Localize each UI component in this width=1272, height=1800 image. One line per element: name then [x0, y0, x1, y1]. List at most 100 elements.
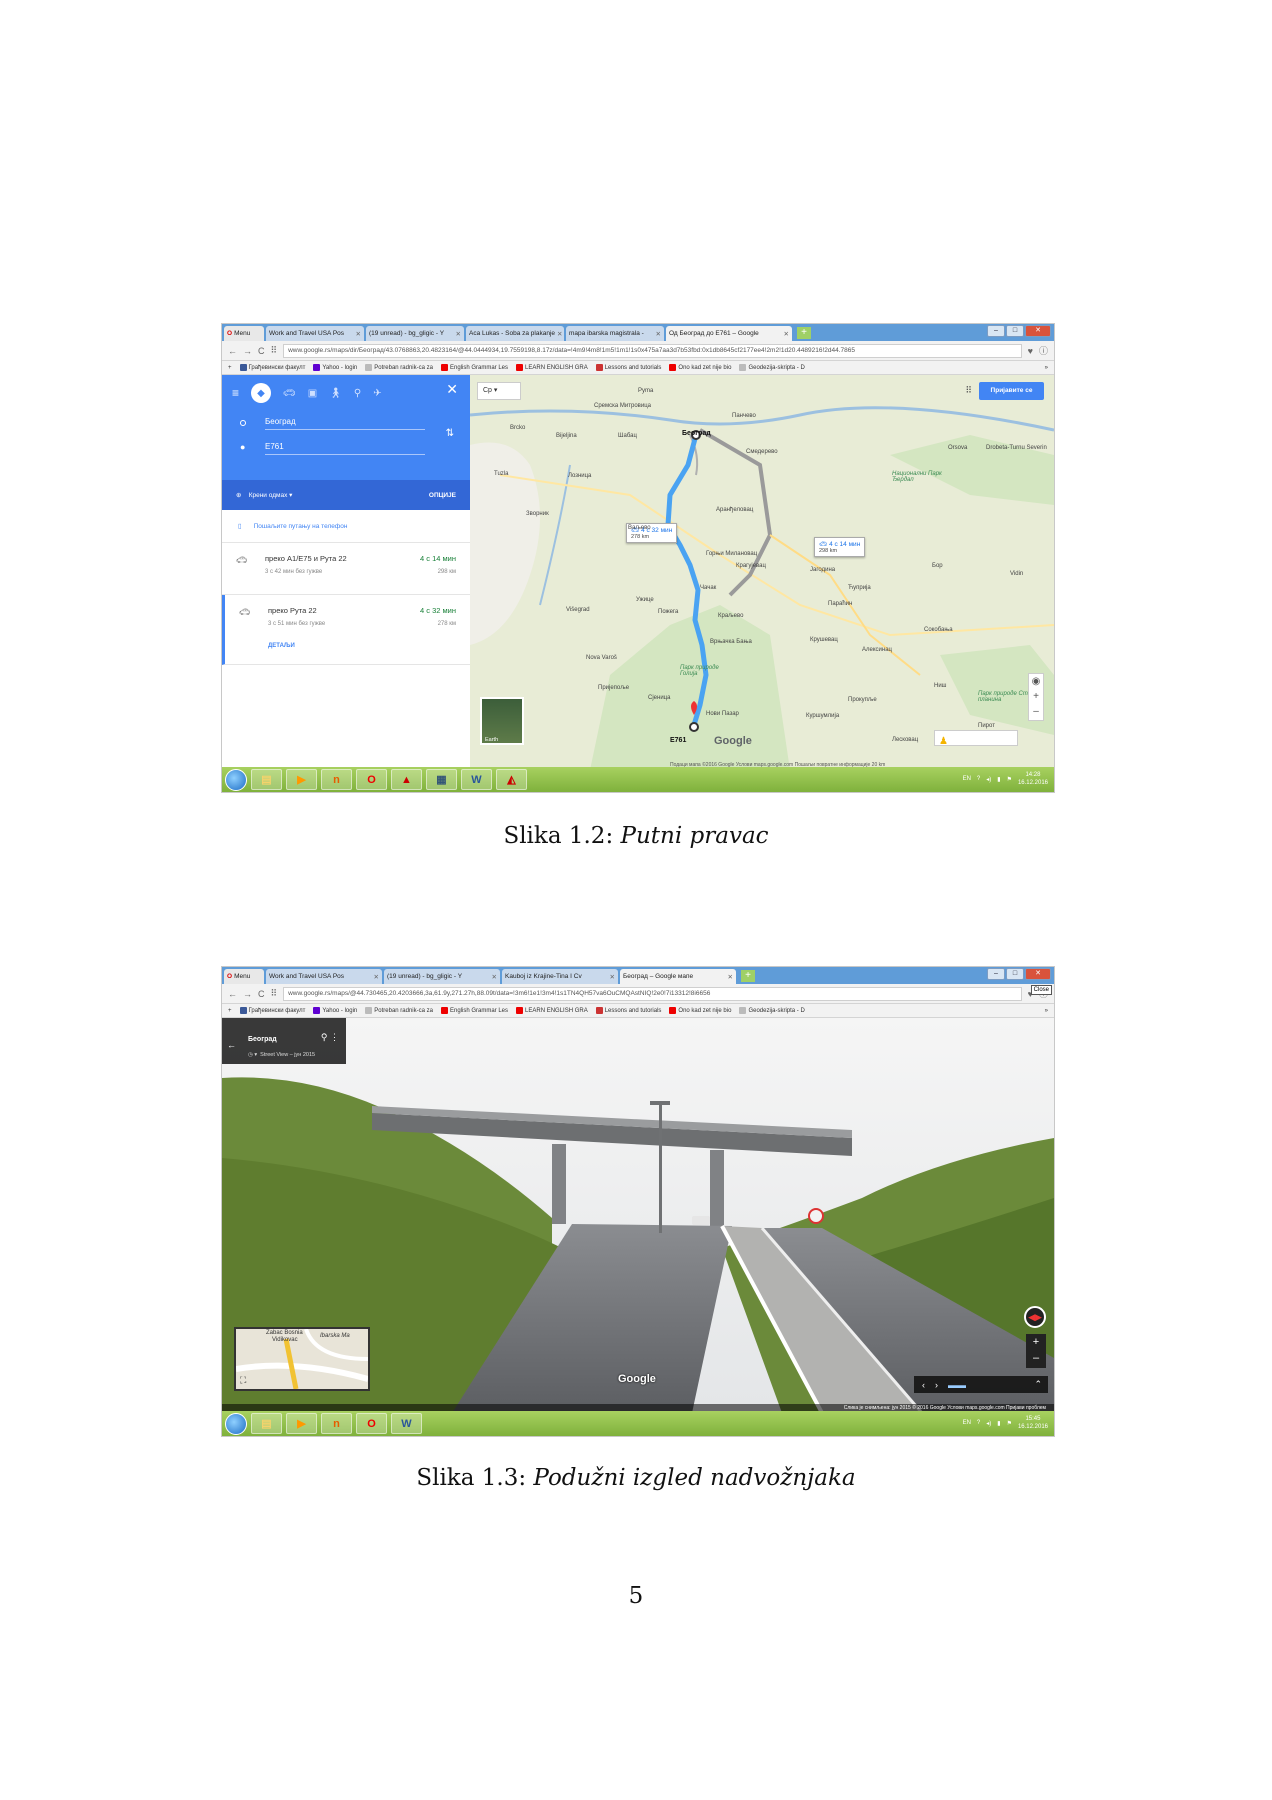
tab-yahoo-mail[interactable]: (19 unread) - bg_gligic - Y ✕: [384, 969, 500, 984]
heart-icon[interactable]: ♥: [1028, 346, 1033, 356]
sign-in-button[interactable]: Пријавите се: [979, 382, 1044, 400]
opera-taskbar-icon[interactable]: O: [356, 769, 387, 790]
flag-icon[interactable]: ⚑: [1007, 1420, 1012, 1427]
best-route-icon[interactable]: ◆: [251, 383, 272, 403]
bookmark-item[interactable]: English Grammar Les: [440, 1007, 508, 1014]
zoom-control[interactable]: ◉ + –: [1028, 673, 1044, 721]
media-player-taskbar-icon[interactable]: ▶: [286, 1413, 317, 1434]
bookmark-item[interactable]: Lessons and tutorials: [595, 364, 661, 371]
chevron-right-icon[interactable]: ›: [935, 1380, 938, 1390]
bookmark-item[interactable]: Yahoo - login: [313, 364, 357, 371]
opera-taskbar-icon[interactable]: O: [356, 1413, 387, 1434]
maximize-button[interactable]: □: [1006, 968, 1024, 980]
close-icon[interactable]: ✕: [784, 330, 789, 338]
window-close-button[interactable]: ✕: [1025, 325, 1051, 337]
bookmark-item[interactable]: Ono kad zet nije bio: [669, 1007, 731, 1014]
start-button[interactable]: [225, 1412, 247, 1435]
bookmark-item[interactable]: LEARN ENGLISH GRA: [516, 364, 588, 371]
bike-icon[interactable]: ⚲: [354, 388, 361, 399]
close-icon[interactable]: ✕: [356, 330, 361, 338]
bookmark-item[interactable]: Ono kad zet nije bio: [669, 364, 731, 371]
zoom-control[interactable]: + –: [1026, 1334, 1046, 1368]
more-bookmarks-icon[interactable]: »: [1045, 365, 1048, 371]
app-n-taskbar-icon[interactable]: n: [321, 1413, 352, 1434]
volume-icon[interactable]: ◂): [986, 1420, 991, 1427]
explorer-taskbar-icon[interactable]: ▤: [251, 1413, 282, 1434]
street-view-date[interactable]: ◷ ▾ Street View – јун 2015: [248, 1052, 315, 1058]
bookmark-item[interactable]: Potreban radnik-ca za: [365, 364, 433, 371]
acrobat-taskbar-icon[interactable]: ▲: [391, 769, 422, 790]
bookmark-item[interactable]: Geodezija-skripta - D: [739, 364, 805, 371]
options-button[interactable]: ОПЦИЈЕ: [429, 492, 456, 499]
add-bookmark-icon[interactable]: +: [228, 365, 232, 371]
forward-icon[interactable]: →: [243, 989, 252, 999]
zoom-in-icon[interactable]: +: [1033, 1336, 1039, 1348]
street-view-panorama[interactable]: ← Београд ⚲ ⋮ ◷ ▾ Street View – јун 2015…: [222, 1018, 1054, 1413]
pegman-layers-bar[interactable]: ♟: [934, 730, 1018, 747]
bookmark-item[interactable]: Potreban radnik-ca za: [365, 1007, 433, 1014]
language-indicator[interactable]: EN: [963, 776, 971, 782]
maximize-button[interactable]: □: [1006, 325, 1024, 337]
help-icon[interactable]: ?: [977, 776, 980, 782]
thumbnail-strip-icon[interactable]: ▬▬: [948, 1380, 966, 1390]
expand-icon[interactable]: ⛶: [240, 1375, 246, 1386]
compass-icon[interactable]: ◀▶: [1024, 1306, 1046, 1328]
language-indicator[interactable]: EN: [963, 1420, 971, 1426]
flag-icon[interactable]: ⚑: [1007, 776, 1012, 783]
pdf-taskbar-icon[interactable]: ◭: [496, 769, 527, 790]
network-icon[interactable]: ▮: [997, 1420, 1000, 1427]
speed-dial-icon[interactable]: ⠿: [271, 988, 278, 999]
tab-work-travel[interactable]: Work and Travel USA Pos ✕: [266, 969, 382, 984]
swap-icon[interactable]: ⇅: [446, 428, 454, 439]
word-taskbar-icon[interactable]: W: [391, 1413, 422, 1434]
network-icon[interactable]: ▮: [997, 776, 1000, 783]
media-player-taskbar-icon[interactable]: ▶: [286, 769, 317, 790]
route-option-selected[interactable]: 🚗︎ преко Рута 22 4 с 32 мин 3 с 51 мин б…: [222, 595, 470, 665]
route-option[interactable]: 🚗︎ преко A1/E75 и Рута 22 4 с 14 мин 3 с…: [222, 543, 470, 595]
walk-icon[interactable]: 🚶︎: [329, 388, 342, 399]
tab-yahoo-mail[interactable]: (19 unread) - bg_gligic - Y ✕: [366, 326, 464, 341]
opera-extension-icon[interactable]: ⓘ: [1039, 344, 1048, 357]
url-field[interactable]: www.google.rs/maps/@44.730465,20.4203666…: [283, 986, 1022, 1001]
chevron-left-icon[interactable]: ‹: [922, 1380, 925, 1390]
bookmark-item[interactable]: Yahoo - login: [313, 1007, 357, 1014]
window-close-button[interactable]: ✕: [1025, 968, 1051, 980]
send-to-phone-link[interactable]: ▯ Пошаљите путању на телефон: [222, 510, 470, 543]
reload-icon[interactable]: C: [258, 989, 265, 999]
zoom-in-icon[interactable]: +: [1033, 691, 1039, 702]
close-icon[interactable]: ✕: [656, 330, 661, 338]
compass-icon[interactable]: ◉: [1032, 676, 1041, 687]
back-arrow-icon[interactable]: ←: [227, 1040, 236, 1050]
map-canvas[interactable]: Ср ▾ ⠿ Пријавите се 🚗︎ 4 с 32 мин 278 km …: [470, 375, 1054, 770]
zoom-out-icon[interactable]: –: [1033, 1352, 1039, 1364]
bookmark-item[interactable]: Geodezija-skripta - D: [739, 1007, 805, 1014]
route-bubble-alternate[interactable]: 🚗︎ 4 с 14 мин 298 km: [814, 537, 866, 557]
reload-icon[interactable]: C: [258, 346, 265, 356]
new-tab-button[interactable]: +: [797, 326, 811, 339]
bookmark-item[interactable]: English Grammar Les: [440, 364, 508, 371]
new-tab-button[interactable]: +: [741, 969, 755, 982]
transit-icon[interactable]: ▣: [308, 388, 317, 399]
mini-map[interactable]: Zabac Bosnia Vidikovac Ibarska Ma ⛶: [234, 1327, 370, 1391]
minimize-button[interactable]: –: [987, 325, 1005, 337]
car-icon[interactable]: 🚗︎: [283, 388, 296, 399]
pin-icon[interactable]: ⚲ ⋮: [321, 1032, 339, 1043]
opera-menu-tab[interactable]: O Menu: [224, 969, 264, 984]
photos-taskbar-icon[interactable]: ▦: [426, 769, 457, 790]
explorer-taskbar-icon[interactable]: ▤: [251, 769, 282, 790]
close-icon[interactable]: ✕: [728, 973, 733, 981]
bookmark-item[interactable]: Грађевински факулт: [239, 1007, 305, 1014]
clock[interactable]: 15:45 16.12.2016: [1018, 1415, 1048, 1431]
close-icon[interactable]: ✕: [374, 973, 379, 981]
close-icon[interactable]: ✕: [456, 330, 461, 338]
back-icon[interactable]: ←: [228, 346, 237, 356]
menu-icon[interactable]: ≡: [232, 386, 239, 400]
url-field[interactable]: www.google.rs/maps/dir/Београд/43.076886…: [283, 343, 1022, 358]
forward-icon[interactable]: →: [243, 346, 252, 356]
tab-google-maps-active[interactable]: Од Београд до Е761 – Google ✕: [666, 326, 792, 341]
back-icon[interactable]: ←: [228, 989, 237, 999]
close-directions-icon[interactable]: ✕: [446, 381, 458, 398]
apps-grid-icon[interactable]: ⠿: [965, 385, 972, 396]
chevron-up-icon[interactable]: ⌃: [1034, 1379, 1042, 1390]
app-n-taskbar-icon[interactable]: n: [321, 769, 352, 790]
